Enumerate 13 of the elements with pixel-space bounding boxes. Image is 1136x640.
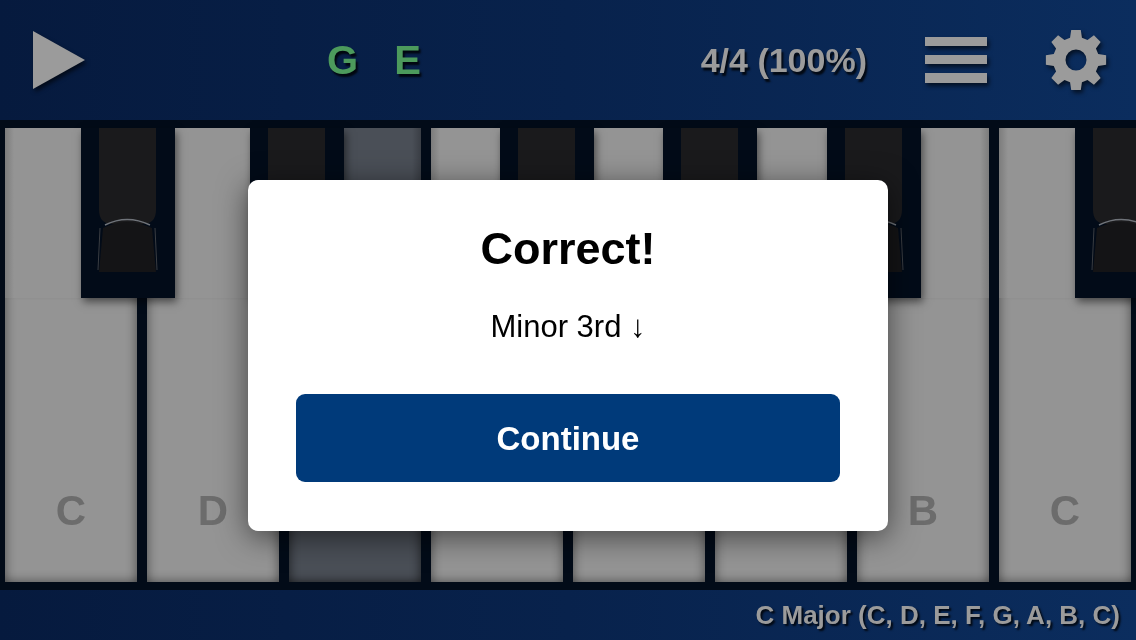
menu-icon	[925, 37, 987, 83]
menu-button[interactable]	[925, 37, 987, 83]
settings-icon	[1045, 30, 1107, 90]
interval-text: Minor 3rd ↓	[490, 311, 646, 342]
scale-label: C Major (C, D, E, F, G, A, B, C)	[755, 602, 1120, 628]
note-name: G	[327, 40, 359, 80]
dialog-title: Correct!	[480, 226, 656, 271]
score-text: 4/4 (100%)	[700, 43, 867, 77]
note-name: E	[394, 40, 421, 80]
continue-button[interactable]: Continue	[296, 394, 840, 482]
play-button[interactable]	[33, 31, 85, 89]
play-icon	[33, 31, 85, 89]
settings-button[interactable]	[1045, 30, 1107, 90]
